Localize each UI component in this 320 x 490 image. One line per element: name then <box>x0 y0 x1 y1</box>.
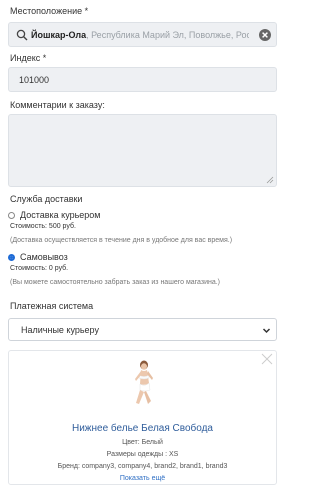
delivery-title: Служба доставки <box>10 194 83 204</box>
index-label: Индекс * <box>10 53 46 63</box>
courier-cost: Стоимость: 500 руб. <box>10 223 76 230</box>
chevron-down-icon <box>262 328 271 334</box>
radio-courier[interactable] <box>8 211 15 219</box>
product-card: Нижнее белье Белая Свобода Цвет: Белый Р… <box>8 350 277 485</box>
index-input[interactable] <box>9 68 276 91</box>
clear-icon[interactable] <box>258 28 272 42</box>
search-icon <box>16 29 28 41</box>
payment-selected: Наличные курьеру <box>21 325 99 335</box>
pickup-label: Самовывоз <box>20 252 68 262</box>
required-mark: * <box>84 6 89 16</box>
product-color: Цвет: Белый <box>122 439 163 446</box>
show-more-link[interactable]: Показать ещё <box>9 475 276 482</box>
location-value: Йошкар-Ола, Республика Марий Эл, Поволжь… <box>31 29 249 43</box>
radio-pickup[interactable] <box>8 253 15 261</box>
location-city: Йошкар-Ола <box>31 30 87 40</box>
close-icon[interactable] <box>261 353 273 365</box>
pickup-note: (Вы можете самостоятельно забрать заказ … <box>10 279 221 286</box>
location-field[interactable]: Йошкар-Ола, Республика Марий Эл, Поволжь… <box>8 22 277 47</box>
payment-title: Платежная система <box>10 301 94 311</box>
courier-note: (Доставка осуществляется в течение дня в… <box>10 237 233 244</box>
required-mark: * <box>42 53 47 63</box>
index-field-wrap <box>8 67 277 92</box>
pickup-cost: Стоимость: 0 руб. <box>10 265 69 272</box>
product-size: Размеры одежды : XS <box>106 451 179 458</box>
product-name-link[interactable]: Нижнее белье Белая Свобода <box>9 423 276 434</box>
courier-label: Доставка курьером <box>20 210 101 220</box>
product-brand: Бренд: company3, company4, brand2, brand… <box>57 463 228 470</box>
comments-label: Комментарии к заказу: <box>10 100 105 110</box>
delivery-option-pickup[interactable]: Самовывоз <box>8 252 68 262</box>
index-label-text: Индекс <box>10 53 41 63</box>
comments-textarea[interactable] <box>9 115 276 186</box>
location-label: Местоположение * <box>10 6 88 16</box>
resize-grip-icon[interactable] <box>266 176 274 184</box>
location-details: , Республика Марий Эл, Поволжье, Росси <box>86 30 249 40</box>
comments-field-wrap <box>8 114 277 187</box>
delivery-option-courier[interactable]: Доставка курьером <box>8 210 101 220</box>
location-label-text: Местоположение <box>10 6 83 16</box>
product-image[interactable] <box>123 359 163 411</box>
payment-select[interactable]: Наличные курьеру <box>8 318 277 341</box>
